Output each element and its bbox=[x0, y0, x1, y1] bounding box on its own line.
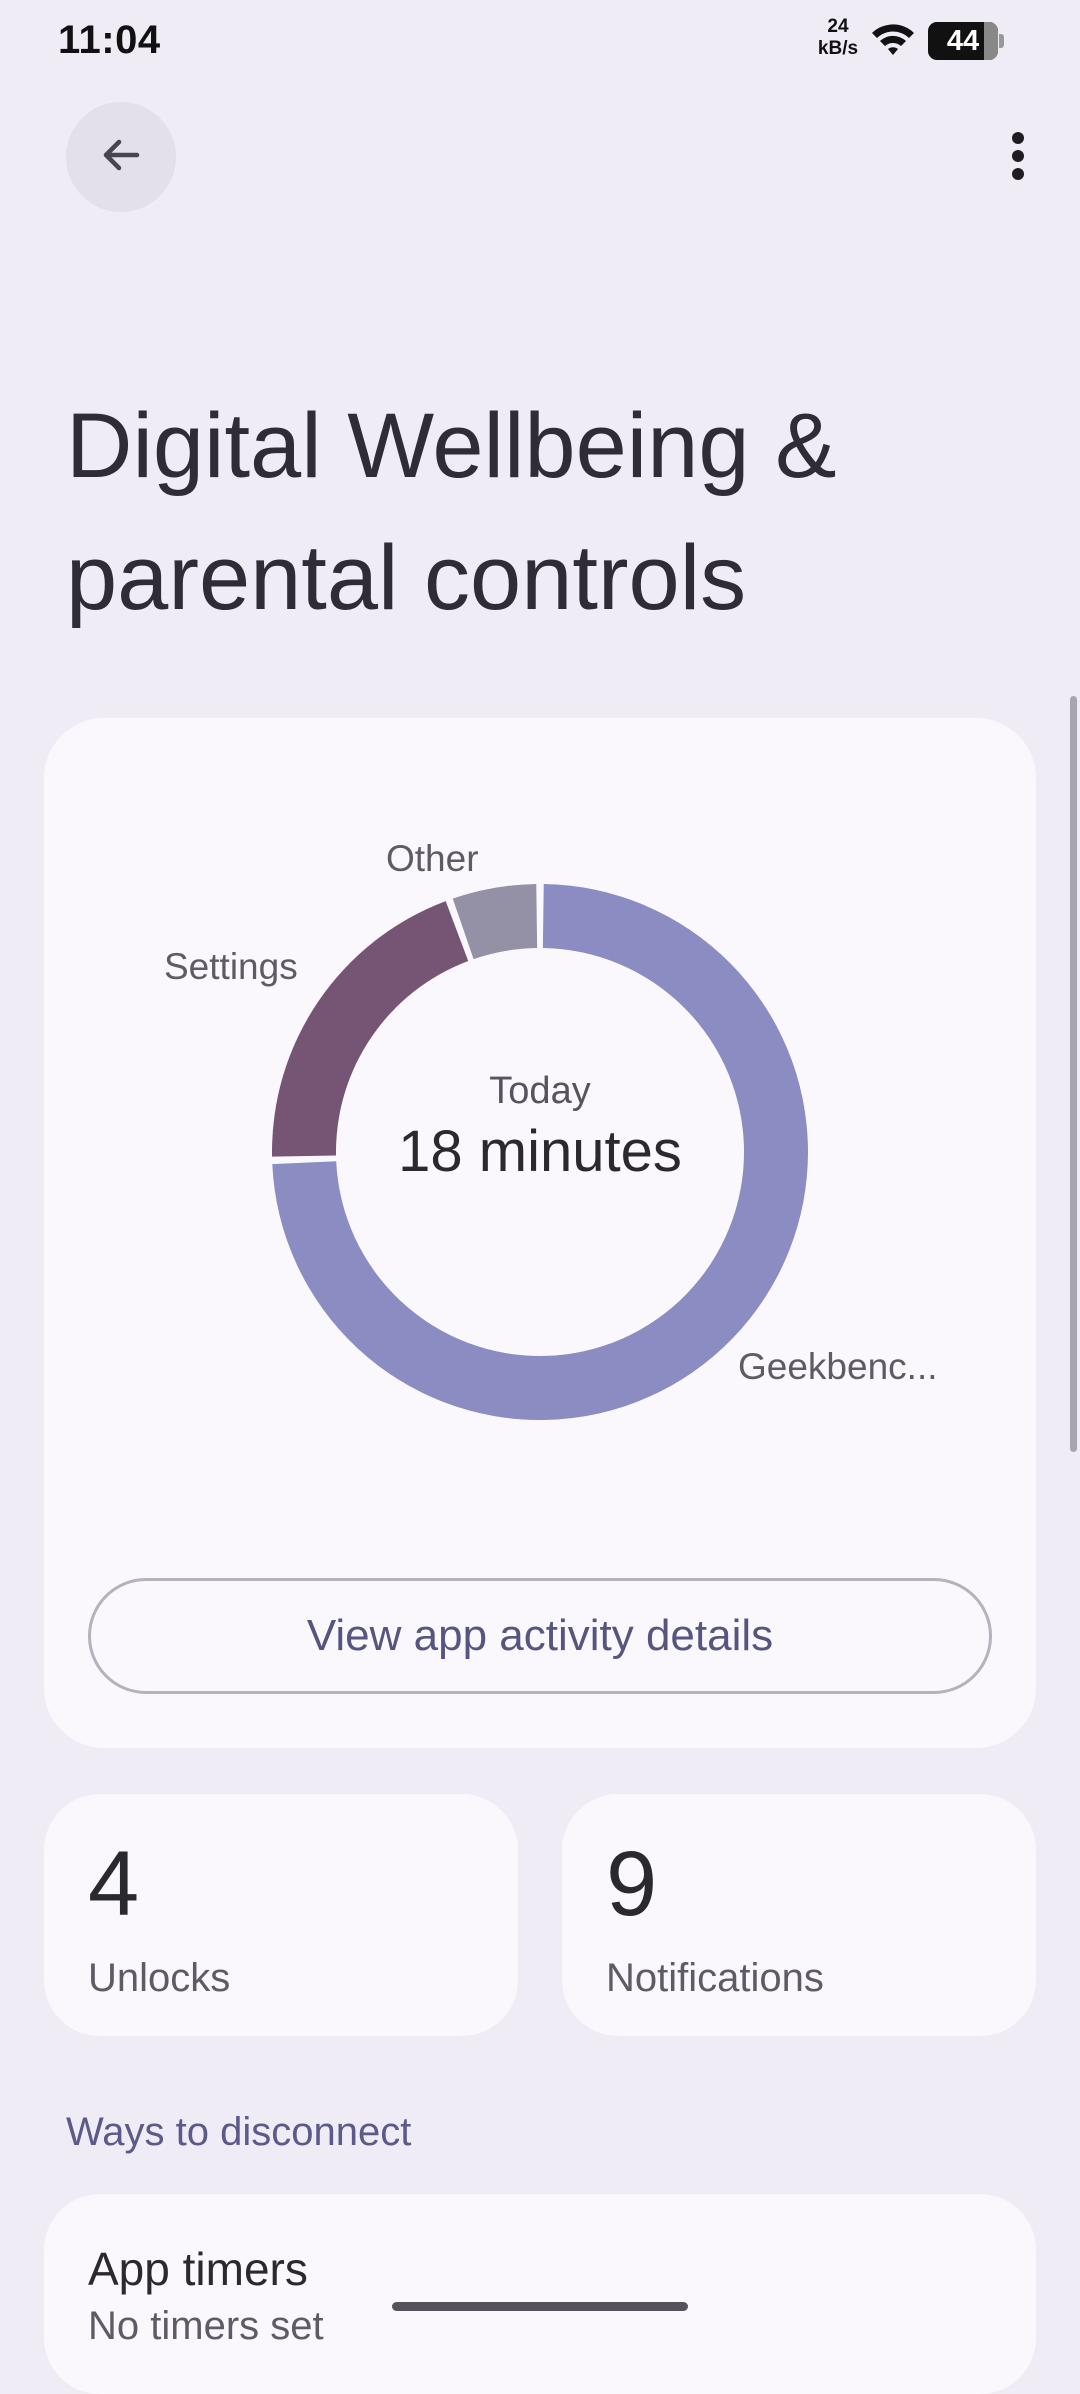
more-options-button[interactable] bbox=[990, 122, 1046, 194]
scrollbar[interactable] bbox=[1070, 696, 1077, 1452]
network-speed: 24 kB/s bbox=[808, 16, 868, 60]
back-button[interactable] bbox=[66, 102, 176, 212]
status-bar: 11:04 24 kB/s 44 bbox=[0, 0, 1080, 80]
back-arrow-icon bbox=[97, 131, 145, 184]
wifi-icon bbox=[870, 20, 916, 60]
usage-total: 18 minutes bbox=[398, 1119, 682, 1184]
notifications-label: Notifications bbox=[606, 1956, 824, 2000]
unlocks-count: 4 bbox=[88, 1833, 140, 1935]
app-timers-subtitle: No timers set bbox=[88, 2304, 324, 2348]
app-timers-item[interactable]: App timers No timers set bbox=[44, 2194, 1036, 2394]
app-timers-title: App timers bbox=[88, 2243, 308, 2295]
chart-label-other: Other bbox=[386, 838, 479, 879]
gesture-navigation-bar[interactable] bbox=[392, 2302, 688, 2311]
unlocks-card[interactable]: 4 Unlocks bbox=[44, 1794, 518, 2036]
page-title: Digital Wellbeing & parental controls bbox=[66, 395, 837, 629]
usage-caption: Today bbox=[489, 1070, 591, 1112]
donut-segment-other[interactable] bbox=[452, 884, 538, 960]
chart-label-geekbench: Geekbenc... bbox=[738, 1346, 938, 1387]
battery-level: 44 bbox=[946, 25, 980, 57]
status-time: 11:04 bbox=[58, 18, 161, 62]
network-speed-unit: kB/s bbox=[817, 38, 859, 59]
view-app-activity-button[interactable]: View app activity details bbox=[88, 1578, 992, 1694]
chart-label-settings: Settings bbox=[164, 946, 298, 987]
battery-icon: 44 bbox=[928, 22, 1004, 60]
unlocks-label: Unlocks bbox=[88, 1956, 231, 2000]
notifications-card[interactable]: 9 Notifications bbox=[562, 1794, 1036, 2036]
screen-time-card: Other Settings Geekbenc... Today 18 minu… bbox=[44, 718, 1036, 1748]
ways-to-disconnect-header: Ways to disconnect bbox=[66, 2110, 412, 2154]
notifications-count: 9 bbox=[606, 1833, 658, 1935]
network-speed-value: 24 bbox=[827, 16, 849, 37]
more-vert-icon bbox=[1010, 131, 1026, 186]
